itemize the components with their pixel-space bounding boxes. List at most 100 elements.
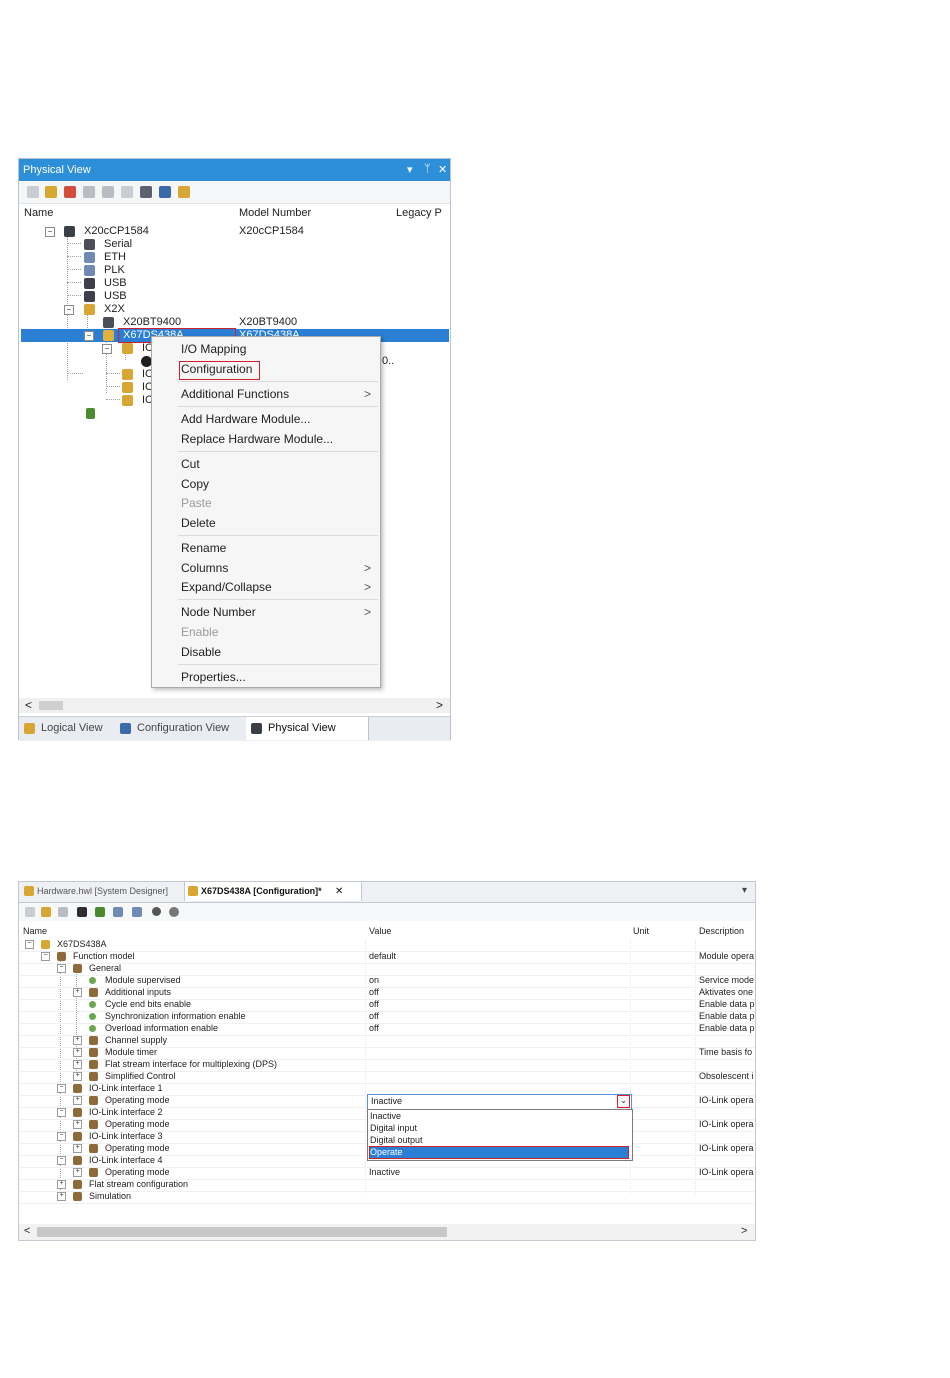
param-value[interactable]: Inactive <box>369 1167 400 1177</box>
toolbar-doc-icon[interactable] <box>121 186 133 198</box>
collapse-icon[interactable]: − <box>57 1156 66 1165</box>
toolbar-module-icon[interactable] <box>41 907 51 917</box>
dropdown-arrow-icon[interactable]: ⌄ <box>617 1095 630 1108</box>
collapse-icon[interactable]: − <box>25 940 34 949</box>
scrollbar-thumb[interactable] <box>39 701 63 710</box>
menu-item-additional-functions[interactable]: Additional Functions <box>181 385 289 403</box>
menu-item-replace-hardware-module[interactable]: Replace Hardware Module... <box>181 430 333 448</box>
menu-item-configuration[interactable]: Configuration <box>181 360 252 378</box>
toolbar-grid-icon[interactable] <box>83 186 95 198</box>
toolbar-diamond-icon[interactable] <box>77 907 87 917</box>
expand-icon[interactable]: + <box>73 1060 82 1069</box>
dropdown-icon[interactable]: ▾ <box>407 163 413 176</box>
tree-node-x2x[interactable]: − X2X <box>19 303 450 316</box>
column-name[interactable]: Name <box>23 926 47 936</box>
collapse-icon[interactable]: − <box>84 331 94 341</box>
tab-module-configuration[interactable]: X67DS438A [Configuration]* ✕ <box>184 882 362 901</box>
collapse-icon[interactable]: − <box>57 1108 66 1117</box>
tree-node-cpu[interactable]: − X20cCP1584 X20cCP1584 <box>19 225 450 238</box>
tab-configuration-view[interactable]: Configuration View <box>115 717 255 740</box>
menu-item-copy[interactable]: Copy <box>181 475 209 493</box>
tree-node-usb-1[interactable]: USB <box>19 277 450 290</box>
expand-icon[interactable]: + <box>73 1096 82 1105</box>
scroll-left-icon[interactable]: < <box>24 1225 30 1237</box>
expand-icon[interactable]: + <box>57 1192 66 1201</box>
dropdown-option-digital-output[interactable]: Digital output <box>370 1135 628 1146</box>
toolbar-page-icon[interactable] <box>27 186 39 198</box>
close-icon[interactable]: ✕ <box>438 163 447 176</box>
scroll-left-icon[interactable]: < <box>25 698 32 712</box>
menu-item-io-mapping[interactable]: I/O Mapping <box>181 340 246 358</box>
toolbar-module-icon[interactable] <box>64 186 76 198</box>
collapse-icon[interactable]: − <box>64 305 74 315</box>
scroll-right-icon[interactable]: > <box>436 698 443 712</box>
toolbar-wand-icon[interactable] <box>178 186 190 198</box>
tab-hardware-system-designer[interactable]: Hardware.hwl [System Designer] <box>21 882 185 901</box>
collapse-icon[interactable]: − <box>45 227 55 237</box>
expand-icon[interactable]: + <box>73 1168 82 1177</box>
menu-item-add-hardware-module[interactable]: Add Hardware Module... <box>181 410 310 428</box>
scroll-right-icon[interactable]: > <box>741 1225 747 1237</box>
menu-item-node-number[interactable]: Node Number <box>181 603 256 621</box>
collapse-icon[interactable]: − <box>57 964 66 973</box>
expand-icon[interactable]: + <box>73 1144 82 1153</box>
menu-item-rename[interactable]: Rename <box>181 539 226 557</box>
menu-item-expand-collapse[interactable]: Expand/Collapse <box>181 578 272 596</box>
toolbar-link-icon[interactable] <box>169 907 179 917</box>
close-icon[interactable]: ✕ <box>335 882 343 901</box>
tree-node-serial[interactable]: Serial <box>19 238 450 251</box>
column-unit[interactable]: Unit <box>633 926 649 936</box>
horizontal-scrollbar[interactable]: < > <box>19 1224 755 1240</box>
toolbar-sort-up-icon[interactable] <box>132 907 142 917</box>
menu-item-disable[interactable]: Disable <box>181 643 221 661</box>
param-value[interactable]: off <box>369 1011 379 1021</box>
toolbar-search-icon[interactable] <box>45 186 57 198</box>
toolbar-page-icon[interactable] <box>25 907 35 917</box>
expand-icon[interactable]: + <box>57 1180 66 1189</box>
param-value[interactable]: on <box>369 975 379 985</box>
param-value[interactable]: off <box>369 987 379 997</box>
expand-icon[interactable]: + <box>73 1048 82 1057</box>
tab-logical-view[interactable]: Logical View <box>19 717 114 740</box>
tree-node-plk[interactable]: PLK <box>19 264 450 277</box>
toolbar-cog-icon[interactable] <box>159 186 171 198</box>
toolbar-sort-down-icon[interactable] <box>113 907 123 917</box>
tree-node-eth[interactable]: ETH <box>19 251 450 264</box>
expand-icon[interactable]: + <box>73 1036 82 1045</box>
param-value[interactable]: off <box>369 1023 379 1033</box>
expand-icon[interactable]: + <box>73 1120 82 1129</box>
column-name[interactable]: Name <box>24 207 53 219</box>
tab-menu-icon[interactable]: ▾ <box>742 885 747 896</box>
param-value[interactable]: default <box>369 951 396 961</box>
collapse-icon[interactable]: − <box>41 952 50 961</box>
toolbar-filter-icon[interactable] <box>58 907 68 917</box>
scrollbar-thumb[interactable] <box>37 1227 447 1237</box>
collapse-icon[interactable]: − <box>57 1084 66 1093</box>
expand-icon[interactable]: + <box>73 988 82 997</box>
menu-item-delete[interactable]: Delete <box>181 514 216 532</box>
column-model-number[interactable]: Model Number <box>239 207 311 219</box>
collapse-icon[interactable]: − <box>102 344 112 354</box>
tree-node-usb-2[interactable]: USB <box>19 290 450 303</box>
toolbar-check-icon[interactable] <box>95 907 105 917</box>
column-legacy[interactable]: Legacy P <box>396 207 450 219</box>
column-description[interactable]: Description <box>699 926 744 936</box>
operating-mode-select[interactable]: Inactive ⌄ <box>367 1094 632 1110</box>
toolbar-tools-icon[interactable] <box>140 186 152 198</box>
tab-physical-view[interactable]: Physical View <box>246 717 369 740</box>
toolbar-circle-icon[interactable] <box>152 907 161 916</box>
collapse-icon[interactable]: − <box>57 1132 66 1141</box>
toolbar-gear-icon[interactable] <box>102 186 114 198</box>
dropdown-option-inactive[interactable]: Inactive <box>370 1111 628 1122</box>
expand-icon[interactable]: + <box>73 1072 82 1081</box>
dropdown-option-digital-input[interactable]: Digital input <box>370 1123 628 1134</box>
dropdown-option-operate[interactable]: Operate <box>369 1146 629 1159</box>
menu-item-properties[interactable]: Properties... <box>181 668 246 686</box>
column-value[interactable]: Value <box>369 926 391 936</box>
horizontal-scrollbar[interactable]: < > <box>19 698 450 713</box>
menu-item-columns[interactable]: Columns <box>181 559 228 577</box>
menu-item-cut[interactable]: Cut <box>181 455 200 473</box>
pin-icon[interactable]: ᛘ <box>424 163 431 175</box>
config-row-simulation[interactable]: + Simulation <box>19 1191 755 1204</box>
param-value[interactable]: off <box>369 999 379 1009</box>
